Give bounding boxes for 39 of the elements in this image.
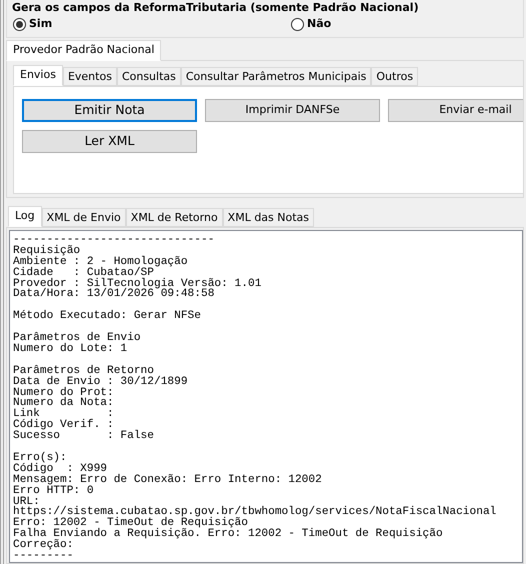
log-line: Numero do Lote: 1 (13, 344, 128, 355)
group-title: Gera os campos da ReformaTributaria (somente Padrão Nacional) (12, 0, 420, 16)
tab[interactable]: Consultas (116, 66, 181, 86)
log-line: Parâmetros de Retorno (13, 366, 154, 377)
log-line: Código : X999 (13, 464, 107, 475)
log-line: Método Executado: Gerar NFSe (13, 311, 201, 322)
log-line: ------------------------------ (13, 234, 214, 246)
tab[interactable]: XML de Retorno (126, 208, 223, 227)
log-line: Sucesso : False (13, 431, 154, 442)
tab[interactable]: Eventos (62, 66, 117, 86)
log-line: --------- (13, 551, 74, 562)
action-button[interactable]: Emitir Nota (22, 98, 197, 122)
tab[interactable]: XML das Notas (222, 208, 314, 227)
tab[interactable]: Consultar Parâmetros Municipais (180, 66, 372, 86)
action-button[interactable]: Imprimir DANFSe (205, 98, 380, 122)
radio-label: Sim (29, 16, 52, 32)
log-line: Numero do Prot: (13, 388, 114, 398)
log-line: Correção: (13, 540, 74, 552)
log-line: Requisição (13, 246, 80, 257)
radio-label: Não (307, 16, 332, 32)
log-line: Ambiente : 2 - Homologação (13, 256, 188, 268)
tab[interactable]: Log (8, 206, 42, 227)
log-line: Erro(s): (13, 452, 67, 464)
tab[interactable]: Envios (13, 64, 63, 86)
log-line: Data de Envio : 30/12/1899 (13, 376, 188, 388)
log-line: Código Verif. : (13, 420, 114, 432)
action-button[interactable]: Enviar e-mail (388, 98, 523, 122)
log-line: Data/Hora: 13/01/2026 09:48:58 (13, 289, 214, 300)
log-line: Cidade : Cubatao/SP (13, 268, 154, 278)
tab[interactable]: Outros (371, 66, 418, 86)
log-line: Parâmetros de Envio (13, 333, 141, 344)
log-line: Mensagem: Erro de Conexão: Erro Interno: 12002 (13, 474, 322, 486)
tab[interactable]: XML de Envio (42, 208, 126, 227)
tab[interactable]: Provedor Padrão Nacional (6, 40, 162, 61)
log-line: Erro HTTP: 0 (13, 486, 94, 497)
radio-button[interactable] (291, 18, 304, 30)
action-button[interactable]: Ler XML (22, 130, 197, 153)
radio-button[interactable] (13, 18, 26, 30)
log-line: Falha Enviando a Requisição. Erro: 12002 - TimeOut de Requisição (13, 529, 443, 540)
